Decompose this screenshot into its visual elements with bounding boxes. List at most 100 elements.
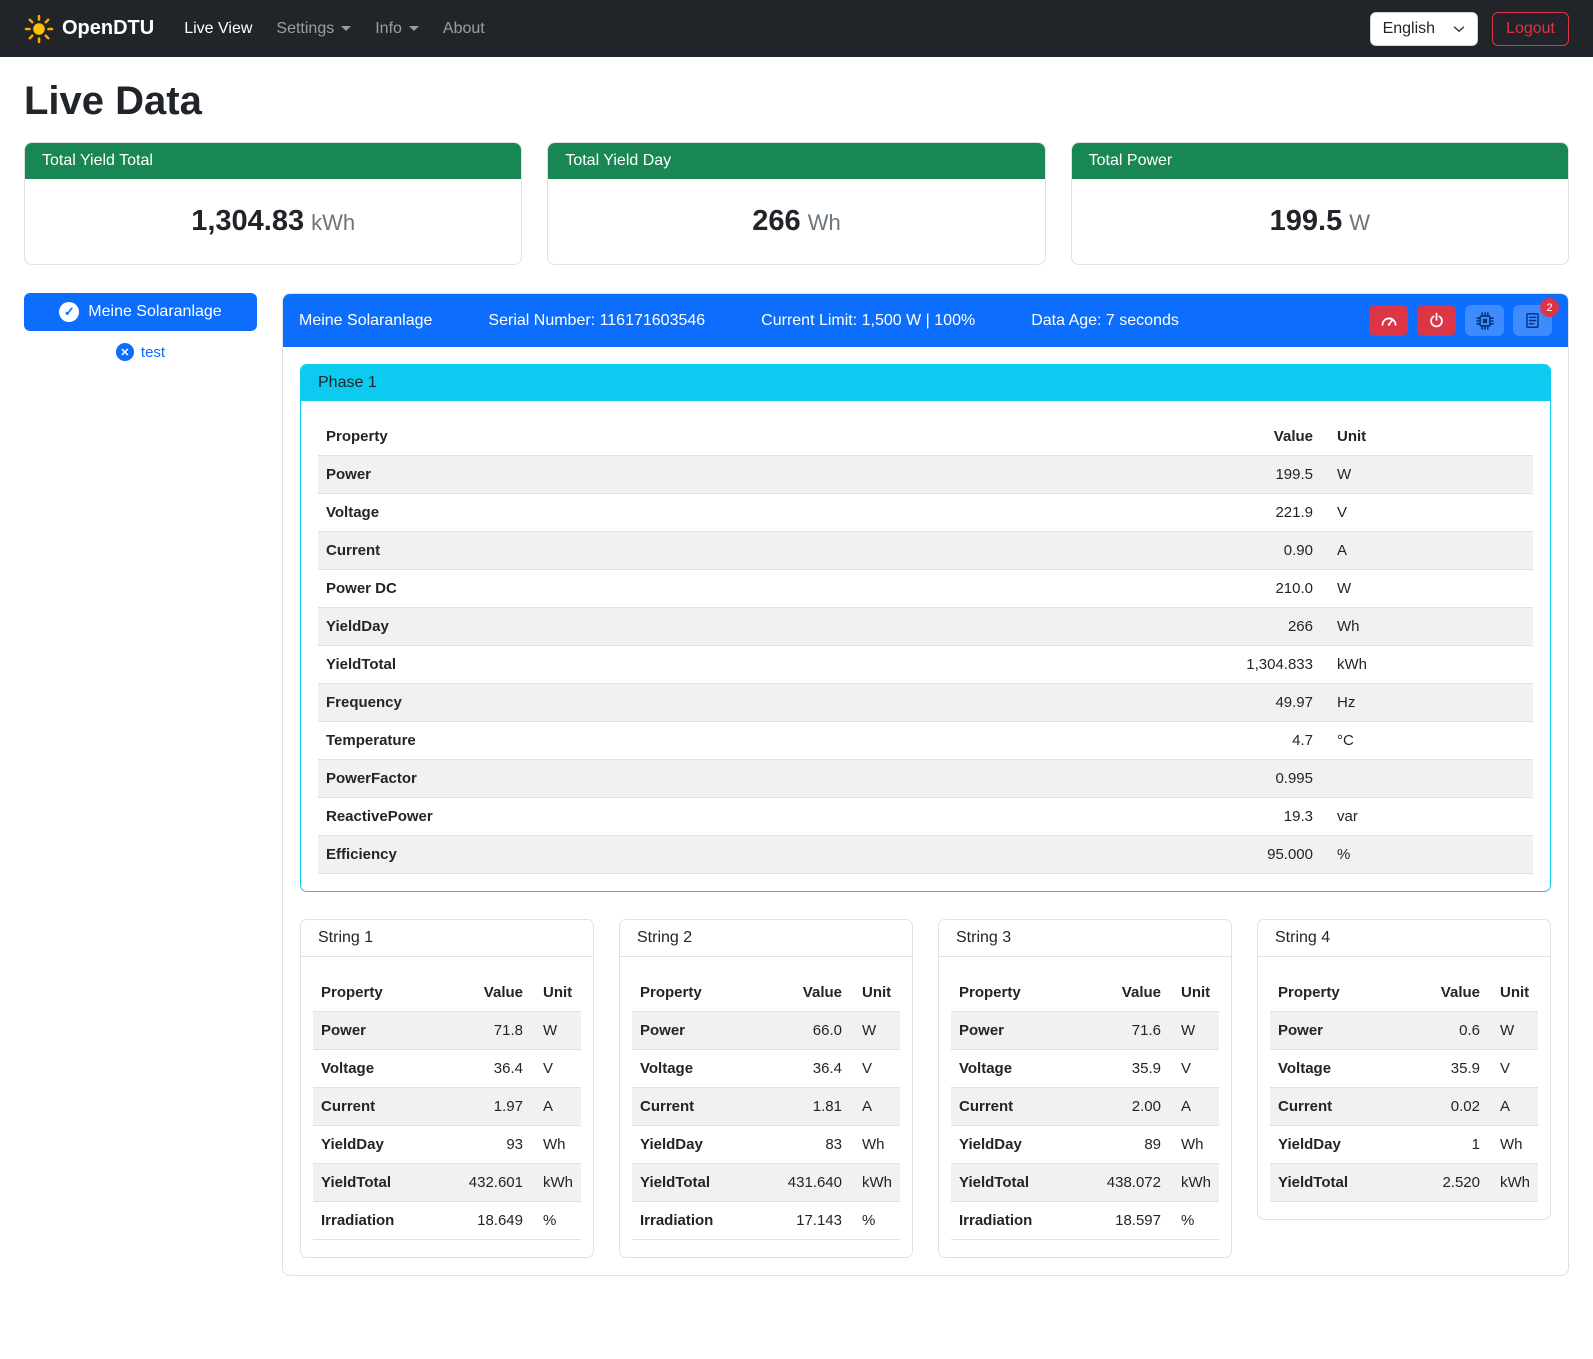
event-count-badge: 2 bbox=[1540, 298, 1559, 317]
property-cell: YieldTotal bbox=[951, 1164, 1097, 1202]
unit-cell: V bbox=[531, 1050, 581, 1088]
string-card-title: String 1 bbox=[301, 920, 593, 957]
table-row: ReactivePower19.3var bbox=[318, 798, 1533, 836]
gauge-icon bbox=[1380, 312, 1398, 330]
value-cell: 221.9 bbox=[917, 494, 1321, 532]
chevron-down-icon bbox=[1453, 23, 1465, 35]
inverter-item-test[interactable]: ✕ test bbox=[116, 343, 165, 361]
property-cell: Power bbox=[313, 1012, 459, 1050]
table-row: PowerFactor0.995 bbox=[318, 760, 1533, 798]
unit-cell: A bbox=[850, 1088, 900, 1126]
unit-cell: % bbox=[531, 1202, 581, 1240]
property-cell: YieldDay bbox=[318, 608, 917, 646]
strings-row: String 1 Property Value Unit bbox=[300, 919, 1551, 1258]
summary-card-body: 266Wh bbox=[548, 179, 1044, 264]
unit-header: Unit bbox=[1488, 974, 1538, 1012]
table-row: Irradiation17.143% bbox=[632, 1202, 900, 1240]
table-row: Temperature4.7°C bbox=[318, 722, 1533, 760]
string-table: Property Value Unit Power66.0WVoltage36.… bbox=[632, 974, 900, 1240]
table-row: Power0.6W bbox=[1270, 1012, 1538, 1050]
language-select[interactable]: English bbox=[1370, 12, 1478, 46]
power-button[interactable] bbox=[1417, 305, 1456, 336]
value-cell: 83 bbox=[778, 1126, 850, 1164]
property-cell: Voltage bbox=[313, 1050, 459, 1088]
table-row: Voltage35.9V bbox=[951, 1050, 1219, 1088]
summary-value: 1,304.83 bbox=[191, 205, 304, 237]
table-row: YieldTotal438.072kWh bbox=[951, 1164, 1219, 1202]
unit-cell: kWh bbox=[1169, 1164, 1219, 1202]
table-row: Power199.5W bbox=[318, 456, 1533, 494]
inverter-card: Meine Solaranlage Serial Number: 1161716… bbox=[282, 293, 1569, 1276]
value-cell: 71.8 bbox=[459, 1012, 531, 1050]
table-row: Current0.90A bbox=[318, 532, 1533, 570]
value-cell: 0.995 bbox=[917, 760, 1321, 798]
inverter-serial: Serial Number: 116171603546 bbox=[488, 312, 705, 330]
nav-item-label: Live View bbox=[184, 20, 252, 38]
unit-cell: Wh bbox=[850, 1126, 900, 1164]
property-cell: Current bbox=[313, 1088, 459, 1126]
unit-cell: % bbox=[1321, 836, 1533, 874]
property-cell: Frequency bbox=[318, 684, 917, 722]
table-header-row: Property Value Unit bbox=[1270, 974, 1538, 1012]
nav-item-info[interactable]: Info bbox=[363, 12, 431, 46]
unit-header: Unit bbox=[1321, 418, 1533, 456]
sun-logo-icon bbox=[24, 14, 54, 44]
table-row: YieldDay1Wh bbox=[1270, 1126, 1538, 1164]
brand[interactable]: OpenDTU bbox=[24, 14, 154, 44]
nav-item-label: Info bbox=[375, 20, 402, 38]
value-cell: 49.97 bbox=[917, 684, 1321, 722]
unit-header: Unit bbox=[850, 974, 900, 1012]
unit-cell: kWh bbox=[1321, 646, 1533, 684]
device-info-button[interactable] bbox=[1465, 305, 1504, 336]
summary-value: 199.5 bbox=[1270, 205, 1343, 237]
unit-cell: Wh bbox=[1169, 1126, 1219, 1164]
value-header: Value bbox=[1097, 974, 1169, 1012]
nav-links: Live View Settings Info About bbox=[172, 12, 497, 46]
unit-header: Unit bbox=[531, 974, 581, 1012]
nav-item-settings[interactable]: Settings bbox=[264, 12, 363, 46]
nav-item-live-view[interactable]: Live View bbox=[172, 12, 264, 46]
table-row: Frequency49.97Hz bbox=[318, 684, 1533, 722]
inverter-limit: Current Limit: 1,500 W | 100% bbox=[761, 312, 975, 330]
unit-cell: Wh bbox=[1488, 1126, 1538, 1164]
logout-button[interactable]: Logout bbox=[1492, 12, 1569, 46]
value-header: Value bbox=[459, 974, 531, 1012]
unit-cell: W bbox=[531, 1012, 581, 1050]
unit-cell: Wh bbox=[531, 1126, 581, 1164]
chevron-down-icon bbox=[409, 26, 419, 31]
table-row: Current0.02A bbox=[1270, 1088, 1538, 1126]
table-header-row: Property Value Unit bbox=[318, 418, 1533, 456]
table-row: Power66.0W bbox=[632, 1012, 900, 1050]
property-cell: Voltage bbox=[632, 1050, 778, 1088]
table-row: Voltage36.4V bbox=[313, 1050, 581, 1088]
value-cell: 210.0 bbox=[917, 570, 1321, 608]
string-card-body: Property Value Unit Power66.0WVoltage36.… bbox=[620, 957, 912, 1257]
inverter-select-button[interactable]: ✓ Meine Solaranlage bbox=[24, 293, 257, 331]
nav-item-about[interactable]: About bbox=[431, 12, 497, 46]
value-cell: 36.4 bbox=[459, 1050, 531, 1088]
x-circle-icon: ✕ bbox=[116, 343, 134, 361]
unit-cell: Hz bbox=[1321, 684, 1533, 722]
string-card-title: String 3 bbox=[939, 920, 1231, 957]
value-cell: 0.90 bbox=[917, 532, 1321, 570]
summary-card-body: 199.5W bbox=[1072, 179, 1568, 264]
unit-cell: W bbox=[1321, 570, 1533, 608]
summary-unit: Wh bbox=[808, 210, 841, 235]
limit-settings-button[interactable] bbox=[1369, 305, 1408, 336]
property-header: Property bbox=[632, 974, 778, 1012]
power-icon bbox=[1428, 312, 1445, 329]
value-cell: 2.520 bbox=[1416, 1164, 1488, 1202]
summary-card-title: Total Power bbox=[1072, 143, 1568, 179]
string-card-3: String 3 Property Value Unit bbox=[938, 919, 1232, 1258]
nav-item-label: About bbox=[443, 20, 485, 38]
event-log-button[interactable]: 2 bbox=[1513, 305, 1552, 336]
table-row: YieldDay89Wh bbox=[951, 1126, 1219, 1164]
unit-cell: W bbox=[1488, 1012, 1538, 1050]
summary-card-total-power: Total Power 199.5W bbox=[1071, 142, 1569, 265]
summary-card-body: 1,304.83kWh bbox=[25, 179, 521, 264]
table-row: Power71.8W bbox=[313, 1012, 581, 1050]
value-cell: 199.5 bbox=[917, 456, 1321, 494]
inverter-card-header: Meine Solaranlage Serial Number: 1161716… bbox=[283, 294, 1568, 347]
value-cell: 18.649 bbox=[459, 1202, 531, 1240]
unit-cell: % bbox=[850, 1202, 900, 1240]
